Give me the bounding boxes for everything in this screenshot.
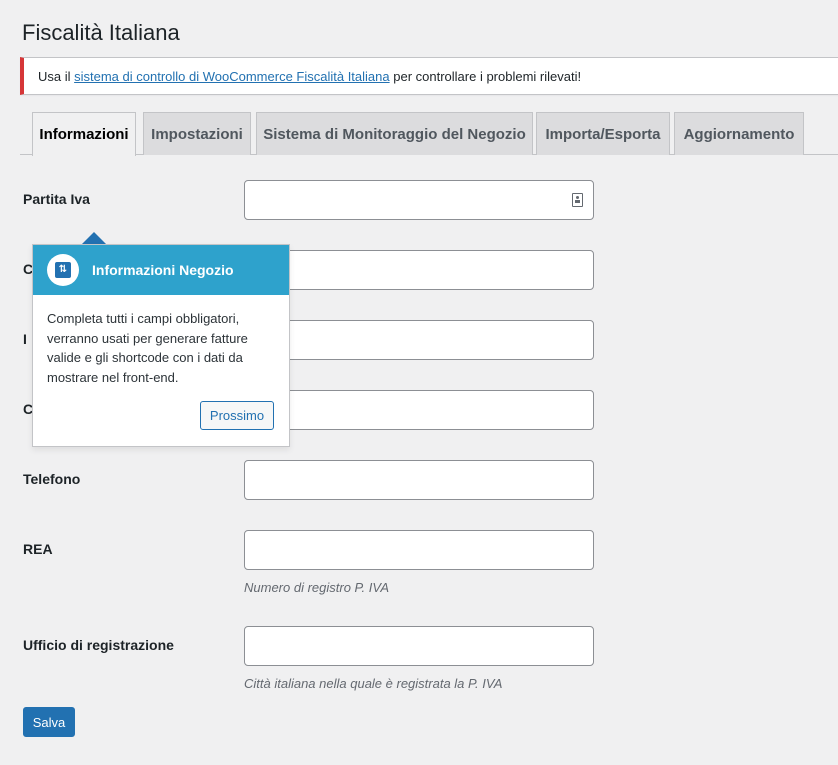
ufficio-registrazione-label: Ufficio di registrazione	[23, 637, 174, 653]
field-4-input[interactable]	[244, 390, 594, 430]
tab-aggiornamento[interactable]: Aggiornamento	[674, 112, 804, 155]
popover-header: ⇅ Informazioni Negozio	[33, 245, 289, 295]
tab-monitoraggio[interactable]: Sistema di Monitoraggio del Negozio	[256, 112, 533, 155]
store-settings-icon: ⇅	[47, 254, 79, 286]
tab-impostazioni[interactable]: Impostazioni	[143, 112, 251, 155]
onboarding-popover: ⇅ Informazioni Negozio Completa tutti i …	[32, 244, 290, 447]
popover-body: Completa tutti i campi obbligatori, verr…	[47, 311, 248, 385]
rea-description: Numero di registro P. IVA	[244, 580, 389, 595]
field-3-input[interactable]	[244, 320, 594, 360]
popover-title: Informazioni Negozio	[92, 262, 234, 278]
popover-arrow	[82, 232, 106, 244]
tab-informazioni[interactable]: Informazioni	[32, 112, 136, 156]
page-title: Fiscalità Italiana	[22, 20, 180, 45]
notice-banner: Usa il sistema di controllo di WooCommer…	[20, 57, 838, 95]
ufficio-registrazione-input[interactable]	[244, 626, 594, 666]
telefono-input[interactable]	[244, 460, 594, 500]
save-button[interactable]: Salva	[23, 707, 75, 737]
contact-card-icon[interactable]	[572, 193, 583, 207]
notice-link[interactable]: sistema di controllo di WooCommerce Fisc…	[74, 69, 390, 84]
rea-label: REA	[23, 541, 53, 557]
partita-iva-input[interactable]	[244, 180, 594, 220]
ufficio-registrazione-description: Città italiana nella quale è registrata …	[244, 676, 503, 691]
tab-importa-esporta[interactable]: Importa/Esporta	[536, 112, 670, 155]
rea-input[interactable]	[244, 530, 594, 570]
notice-prefix: Usa il	[38, 69, 75, 84]
next-button[interactable]: Prossimo	[200, 401, 274, 430]
partita-iva-label: Partita Iva	[23, 191, 90, 207]
field-3-label: I	[23, 331, 27, 347]
telefono-label: Telefono	[23, 471, 81, 487]
tab-bar: Informazioni Impostazioni Sistema di Mon…	[20, 112, 838, 156]
notice-suffix: per controllare i problemi rilevati!	[389, 69, 582, 84]
field-2-input[interactable]	[244, 250, 594, 290]
